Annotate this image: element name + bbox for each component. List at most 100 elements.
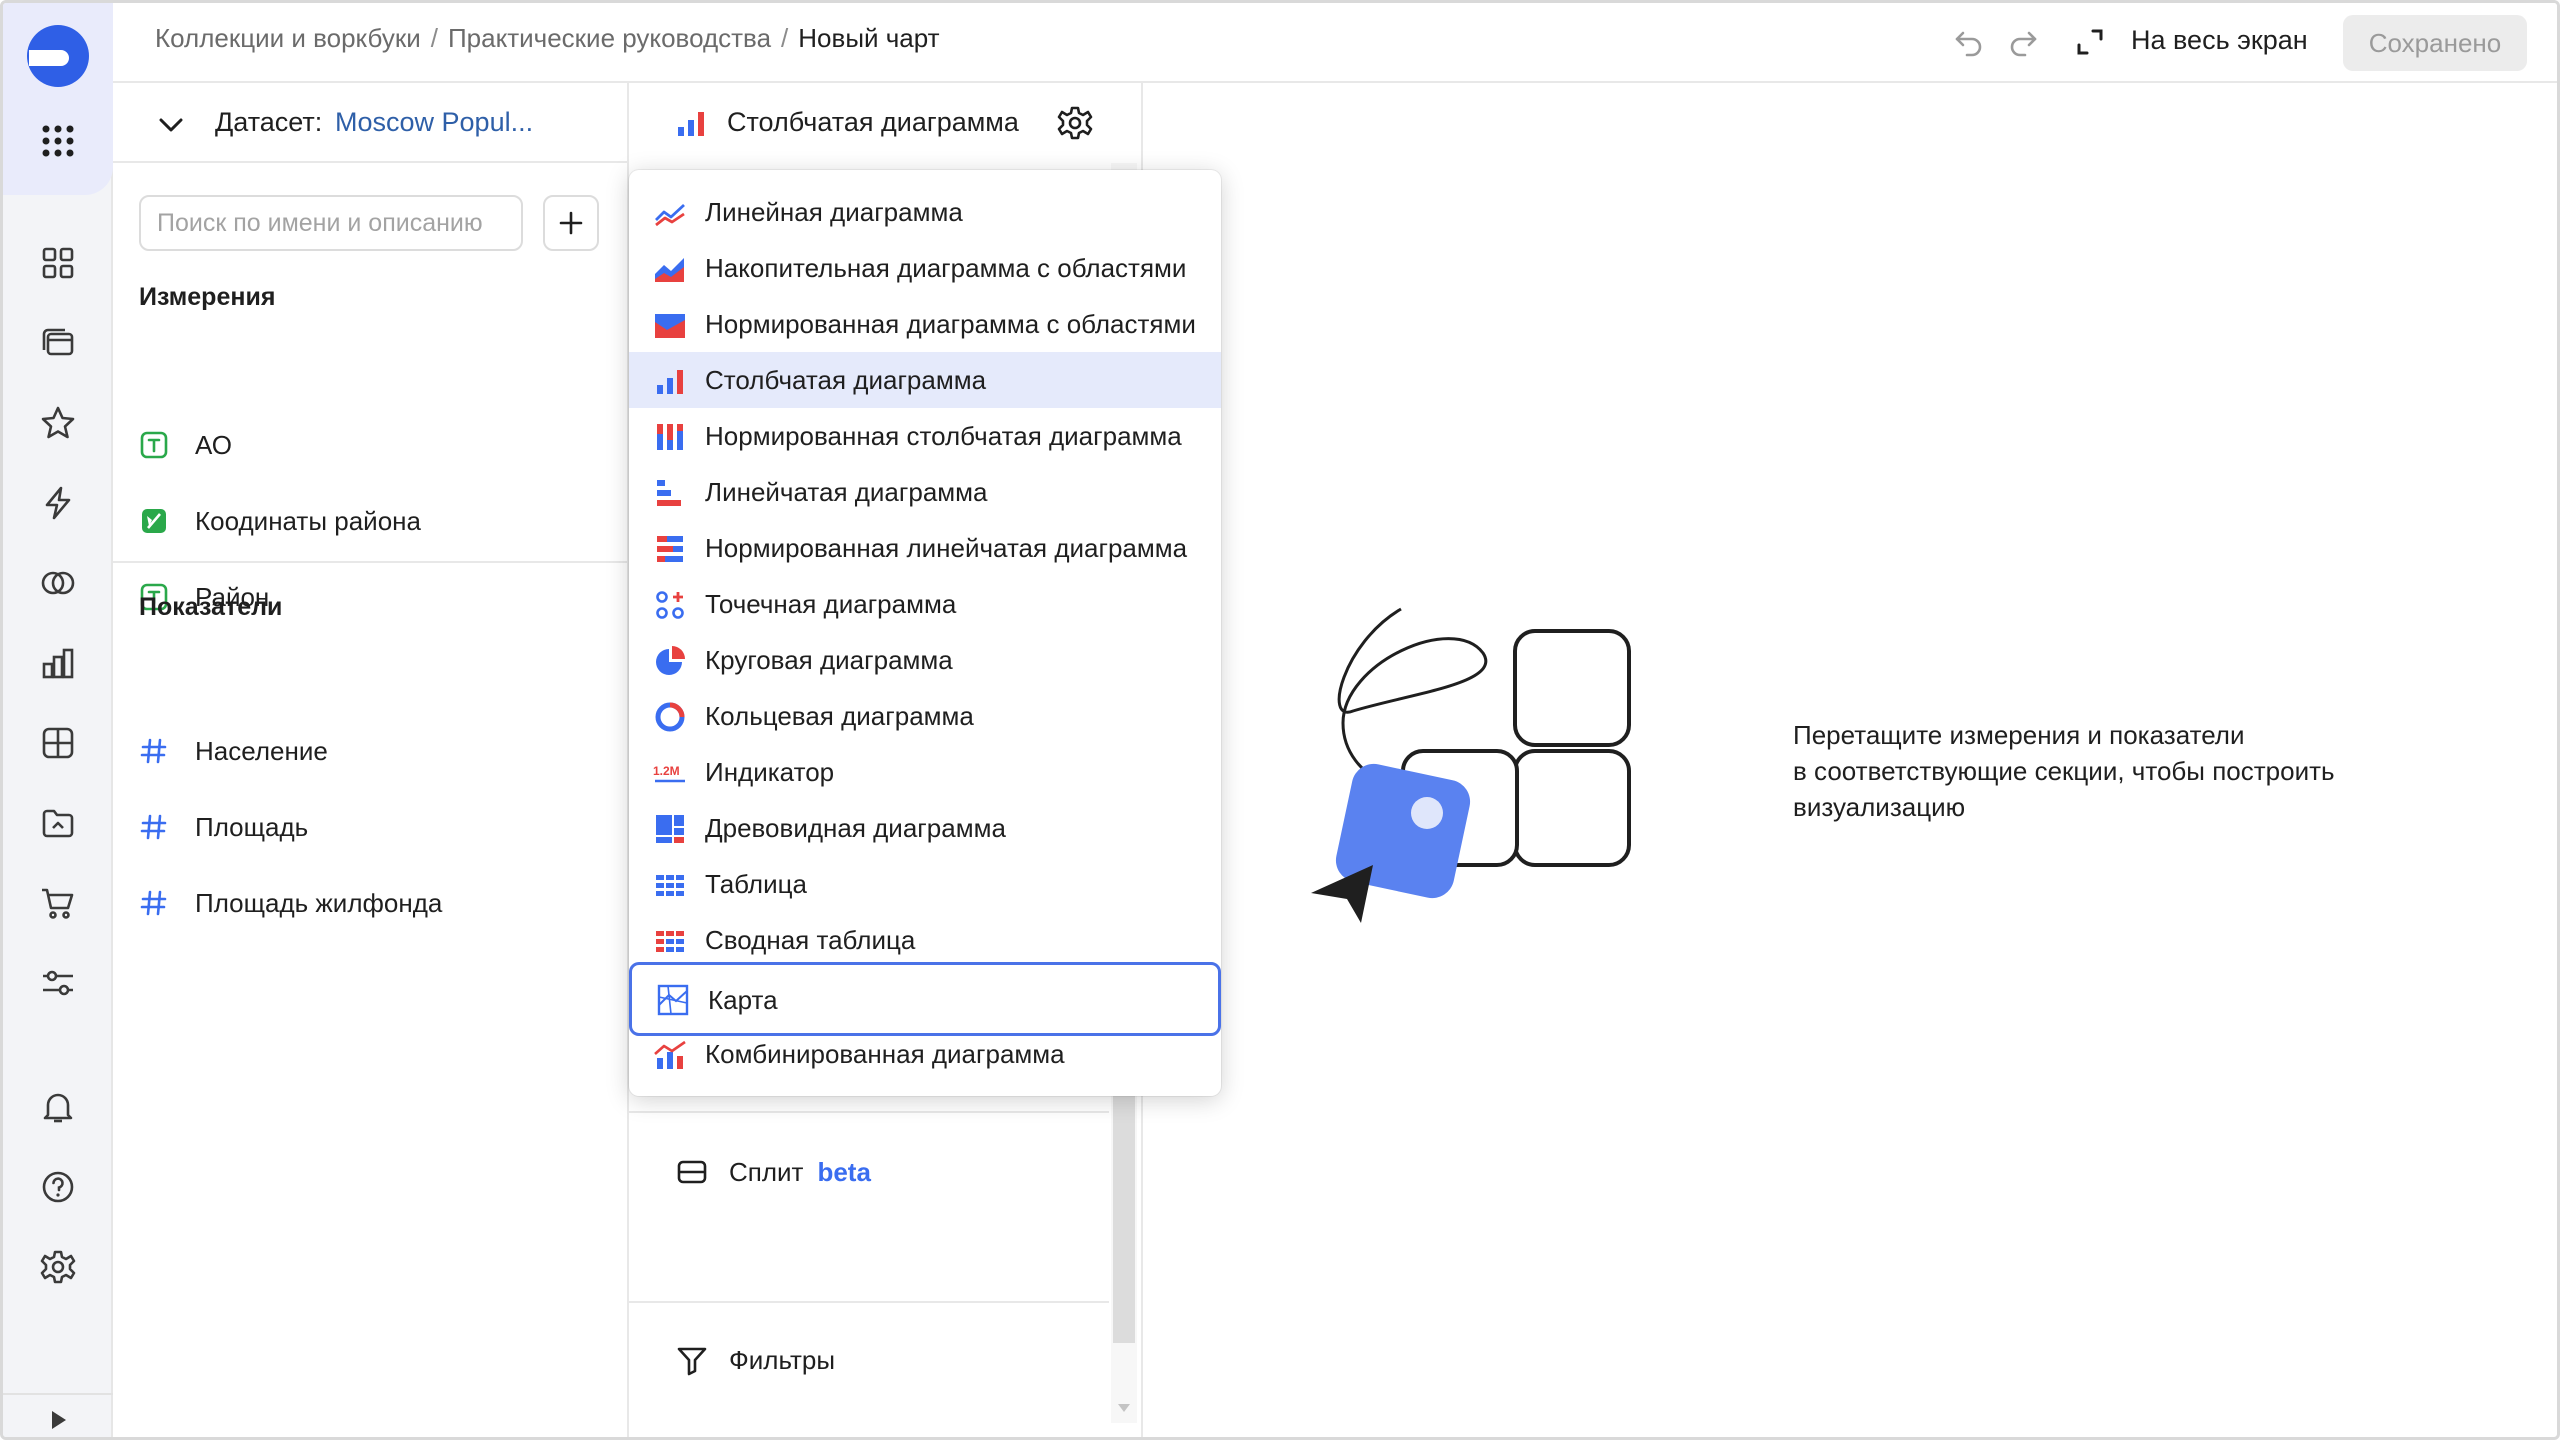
dataset-selector[interactable]: Датасет: Moscow Popul... <box>113 83 629 163</box>
rail-divider <box>3 1393 113 1395</box>
top-header: Коллекции и воркбуки / Практические руко… <box>113 3 2557 83</box>
menu-item-map[interactable]: Карта <box>629 962 1221 1036</box>
donut-icon <box>655 702 685 732</box>
expand-rail-icon[interactable] <box>45 1407 71 1433</box>
menu-item-label: Нормированная линейчатая диаграмма <box>705 533 1188 563</box>
breadcrumb-current[interactable]: Новый чарт <box>798 23 939 54</box>
menu-item-area-normalized[interactable]: Нормированная диаграмма с областями <box>629 296 1221 352</box>
measures-title: Показатели <box>139 593 283 621</box>
settings-gear-icon[interactable] <box>1057 105 1093 141</box>
pivot-table-icon <box>656 931 684 952</box>
dashboards-icon[interactable] <box>36 241 80 285</box>
dimension-field-ao[interactable]: АО <box>139 423 232 467</box>
help-icon[interactable] <box>36 1165 80 1209</box>
column-chart-icon <box>678 112 704 136</box>
undo-icon[interactable] <box>1951 25 1987 61</box>
split-label: Сплит <box>729 1156 804 1187</box>
column-normalized-icon <box>657 424 683 450</box>
dataset-panel: Датасет: Moscow Popul... Измерения АО Ко… <box>113 83 629 1437</box>
measure-field-population[interactable]: Население <box>139 729 328 773</box>
bar-normalized-icon <box>657 536 683 562</box>
menu-item-donut[interactable]: Кольцевая диаграмма <box>629 688 1221 744</box>
fullscreen-button[interactable]: На весь экран <box>2131 25 2308 56</box>
string-type-icon <box>139 430 169 460</box>
charts-icon[interactable] <box>36 641 80 685</box>
menu-item-bar-chart[interactable]: Линейчатая диаграмма <box>629 464 1221 520</box>
table-icon <box>656 875 684 896</box>
section-divider <box>629 1301 1109 1303</box>
visualization-selector[interactable]: Столбчатая диаграмма <box>629 83 1143 163</box>
saved-button[interactable]: Сохранено <box>2343 15 2527 71</box>
menu-item-indicator[interactable]: 1.2M Индикатор <box>629 744 1221 800</box>
menu-item-pie[interactable]: Круговая диаграмма <box>629 632 1221 688</box>
visualization-type-label: Столбчатая диаграмма <box>727 107 1019 137</box>
measure-field-area[interactable]: Площадь <box>139 805 308 849</box>
marketplace-cart-icon[interactable] <box>36 881 80 925</box>
menu-item-label: Линейная диаграмма <box>705 197 963 227</box>
add-field-button[interactable] <box>543 195 599 251</box>
menu-item-bar-normalized[interactable]: Нормированная линейчатая диаграмма <box>629 520 1221 576</box>
number-type-icon <box>139 812 169 842</box>
redo-icon[interactable] <box>2005 25 2041 61</box>
number-type-icon <box>139 736 169 766</box>
datasets-rings-icon[interactable] <box>36 561 80 605</box>
reports-grid-icon[interactable] <box>36 721 80 765</box>
fullscreen-icon[interactable] <box>2073 25 2107 59</box>
settings-sliders-icon[interactable] <box>36 961 80 1005</box>
dataset-label: Датасет: <box>215 107 323 137</box>
menu-item-treemap[interactable]: Древовидная диаграмма <box>629 800 1221 856</box>
treemap-icon <box>656 815 684 843</box>
panel-divider <box>113 561 629 563</box>
datalens-logo[interactable] <box>25 23 91 89</box>
menu-item-combined-chart[interactable]: Комбинированная диаграмма <box>629 1026 1221 1082</box>
favorites-star-icon[interactable] <box>36 401 80 445</box>
chevron-down-icon[interactable] <box>155 109 187 141</box>
menu-item-label: Таблица <box>705 869 807 899</box>
geo-type-icon <box>139 506 169 536</box>
menu-item-label: Сводная таблица <box>705 925 916 955</box>
menu-item-label: Нормированная диаграмма с областями <box>705 309 1196 339</box>
breadcrumb-item-guides[interactable]: Практические руководства <box>448 23 771 54</box>
filters-section[interactable]: Фильтры <box>675 1343 835 1377</box>
folder-icon[interactable] <box>36 801 80 845</box>
map-icon <box>657 984 689 1016</box>
filter-funnel-icon <box>677 1347 707 1376</box>
section-divider <box>629 1111 1109 1113</box>
menu-item-table[interactable]: Таблица <box>629 856 1221 912</box>
empty-state-line: Перетащите измерения и показатели <box>1793 720 2245 750</box>
menu-item-label: Карта <box>708 985 778 1015</box>
indicator-icon: 1.2M <box>653 764 685 783</box>
plus-icon <box>559 211 583 235</box>
menu-item-label: Кольцевая диаграмма <box>705 701 974 731</box>
empty-state-illustration <box>1311 607 1631 923</box>
menu-item-column-chart[interactable]: Столбчатая диаграмма <box>629 352 1221 408</box>
breadcrumb-separator: / <box>430 23 438 53</box>
menu-item-area-chart[interactable]: Накопительная диаграмма с областями <box>629 240 1221 296</box>
area-chart-icon <box>655 258 684 282</box>
dataset-name-link[interactable]: Moscow Popul... <box>335 107 533 138</box>
notifications-bell-icon[interactable] <box>36 1085 80 1129</box>
breadcrumb-separator: / <box>781 23 789 53</box>
apps-grid-icon[interactable] <box>38 121 78 161</box>
menu-item-line-chart[interactable]: Линейная диаграмма <box>629 184 1221 240</box>
field-label: Площадь <box>195 811 309 842</box>
bar-chart-icon <box>657 480 681 506</box>
breadcrumb-item-collections[interactable]: Коллекции и воркбуки <box>155 23 421 54</box>
dimension-field-coordinates[interactable]: Коодинаты района <box>139 499 421 543</box>
area-normalized-icon <box>655 314 685 338</box>
settings-gear-icon[interactable] <box>36 1245 80 1289</box>
menu-item-label: Линейчатая диаграмма <box>705 477 988 507</box>
collections-icon[interactable] <box>36 321 80 365</box>
beta-badge: beta <box>817 1156 871 1187</box>
menu-item-label: Нормированная столбчатая диаграмма <box>705 421 1182 451</box>
menu-item-pivot-table[interactable]: Сводная таблица <box>629 912 1221 968</box>
breadcrumb: Коллекции и воркбуки / Практические руко… <box>155 23 940 54</box>
connections-bolt-icon[interactable] <box>36 481 80 525</box>
search-input[interactable] <box>139 195 523 251</box>
empty-state-line: в соответствующие секции, чтобы построит… <box>1793 756 2335 786</box>
menu-item-scatter[interactable]: Точечная диаграмма <box>629 576 1221 632</box>
scroll-down-arrow-icon[interactable] <box>1116 1401 1132 1415</box>
split-section[interactable]: Сплит beta <box>675 1155 871 1189</box>
measure-field-housing-area[interactable]: Площадь жилфонда <box>139 881 442 925</box>
menu-item-column-normalized[interactable]: Нормированная столбчатая диаграмма <box>629 408 1221 464</box>
